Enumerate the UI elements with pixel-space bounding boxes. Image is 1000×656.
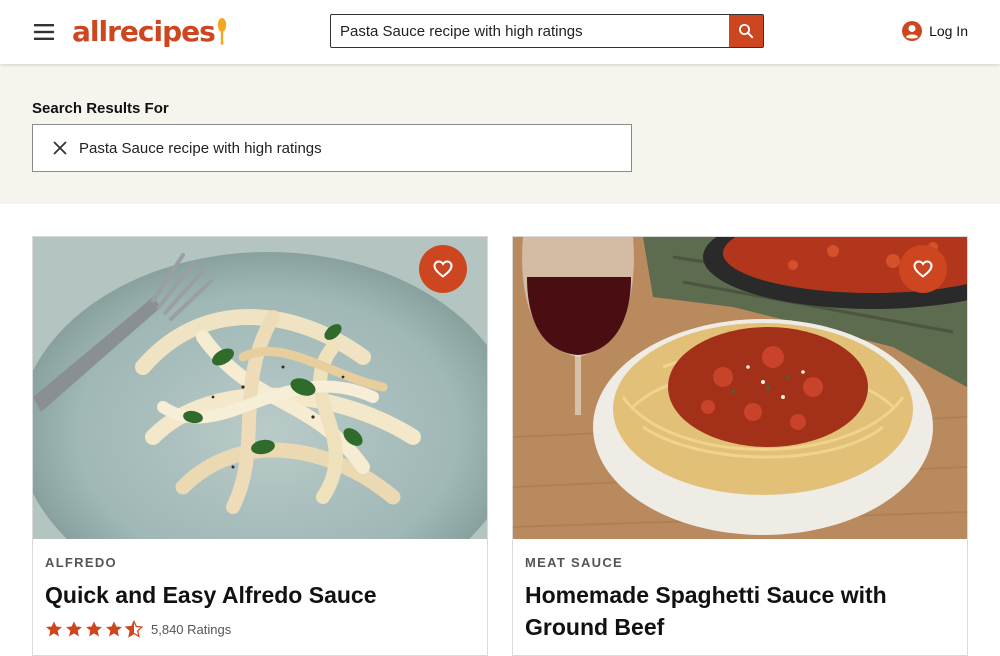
star-icon (86, 621, 102, 637)
heart-icon (433, 260, 453, 278)
search-icon (739, 24, 754, 39)
half-star-icon (125, 620, 143, 638)
ratings-count: 5,840 Ratings (151, 621, 232, 637)
search-button[interactable] (729, 15, 763, 47)
star-rating (45, 620, 143, 638)
recipe-image[interactable] (33, 237, 487, 539)
star-icon (66, 621, 82, 637)
menu-icon (34, 24, 54, 40)
site-header: allrecipes Log In (0, 0, 1000, 64)
results-label: Search Results For (32, 100, 169, 117)
save-recipe-button[interactable] (419, 245, 467, 293)
star-icon (106, 621, 122, 637)
recipe-title[interactable]: Quick and Easy Alfredo Sauce (45, 579, 475, 611)
search-input[interactable] (331, 15, 729, 47)
account-icon (902, 21, 923, 41)
star-icon (46, 621, 62, 637)
recipe-tag[interactable]: MEAT SAUCE (525, 555, 623, 570)
login-label: Log In (929, 23, 968, 39)
recipe-title[interactable]: Homemade Spaghetti Sauce with Ground Bee… (525, 579, 955, 643)
results-query-text: Pasta Sauce recipe with high ratings (79, 139, 322, 157)
logo-text: allrecipes (72, 15, 216, 48)
recipe-image[interactable] (513, 237, 967, 539)
clear-search-button[interactable] (49, 137, 71, 159)
recipe-tag[interactable]: ALFREDO (45, 555, 117, 570)
login-button[interactable]: Log In (901, 20, 968, 42)
heart-icon (913, 260, 933, 278)
spoon-icon (217, 18, 226, 45)
recipe-card[interactable]: MEAT SAUCE Homemade Spaghetti Sauce with… (512, 236, 968, 656)
close-icon (53, 141, 67, 155)
search-results-band: Search Results For Pasta Sauce recipe wi… (0, 64, 1000, 204)
search-bar (330, 14, 764, 48)
recipe-card[interactable]: ALFREDO Quick and Easy Alfredo Sauce 5,8… (32, 236, 488, 656)
save-recipe-button[interactable] (899, 245, 947, 293)
results-query-box: Pasta Sauce recipe with high ratings (32, 124, 632, 172)
menu-button[interactable] (32, 21, 56, 43)
allrecipes-logo[interactable]: allrecipes (72, 14, 227, 50)
recipe-rating: 5,840 Ratings (45, 620, 231, 638)
